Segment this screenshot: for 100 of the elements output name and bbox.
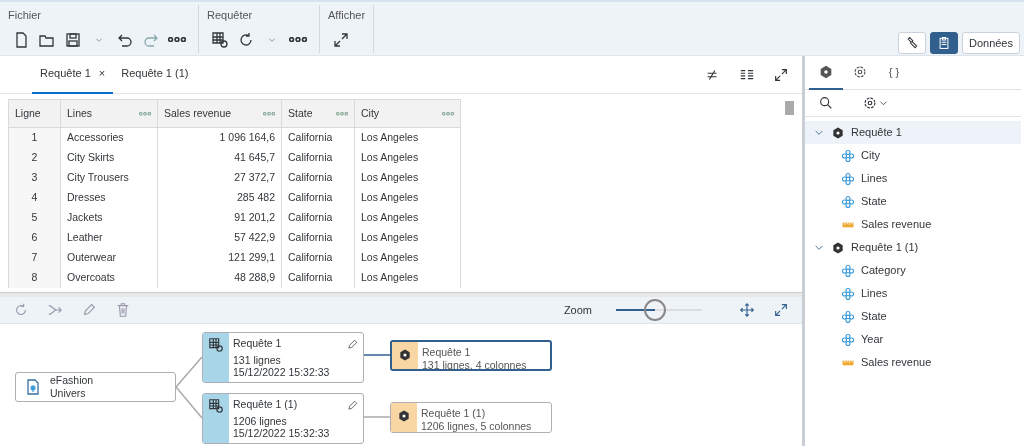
node-date: 15/12/2022 15:32:33 bbox=[233, 427, 331, 440]
refresh-icon bbox=[13, 302, 29, 318]
connector-line bbox=[363, 416, 391, 418]
row-number: 4 bbox=[8, 187, 61, 208]
table-cell: California bbox=[281, 167, 355, 188]
row-number: 3 bbox=[8, 167, 61, 188]
cube-icon bbox=[818, 64, 834, 80]
table-cell: 57 422,9 bbox=[157, 227, 282, 248]
zoom-label: Zoom bbox=[563, 302, 592, 318]
slider-thumb[interactable] bbox=[643, 299, 666, 321]
table-cell: Leather bbox=[60, 227, 158, 248]
node-date: 15/12/2022 15:32:33 bbox=[233, 366, 331, 379]
column-header[interactable]: City bbox=[361, 105, 380, 122]
table-cell: 1 096 164,6 bbox=[157, 127, 282, 148]
tree-node[interactable]: Requête 1 bbox=[805, 121, 1021, 144]
node-title: eFashion bbox=[50, 374, 94, 387]
flower-icon bbox=[841, 148, 855, 163]
tree-item[interactable]: City bbox=[805, 144, 1021, 167]
refresh-icon bbox=[237, 30, 255, 49]
table-cell: 91 201,2 bbox=[157, 207, 282, 228]
table-cell: City Skirts bbox=[60, 147, 158, 168]
expand-icon bbox=[332, 30, 350, 49]
tree-node[interactable]: Requête 1 (1) bbox=[805, 236, 1021, 259]
expand-icon bbox=[773, 302, 789, 318]
table-cell: California bbox=[281, 207, 355, 228]
node-subtitle: 1206 lignes bbox=[233, 414, 288, 428]
table-cell: California bbox=[281, 247, 355, 268]
connector-line bbox=[175, 356, 203, 388]
tree-item[interactable]: Category bbox=[805, 259, 1021, 282]
expand-icon bbox=[773, 66, 789, 83]
node-title: Requête 1 bbox=[233, 337, 283, 350]
table-cell: Los Angeles bbox=[354, 227, 461, 248]
flower-icon bbox=[841, 171, 855, 186]
tree-item[interactable]: Sales revenue bbox=[805, 213, 1021, 236]
more-icon bbox=[289, 36, 307, 43]
row-number: 6 bbox=[8, 227, 61, 248]
node-title: Requête 1 (1) bbox=[233, 398, 299, 411]
zoom-slider[interactable] bbox=[616, 299, 702, 321]
tree-item[interactable]: State bbox=[805, 190, 1021, 213]
cube-icon bbox=[831, 240, 845, 255]
table-cell: 121 299,1 bbox=[157, 247, 282, 268]
table-cell: Jackets bbox=[60, 207, 158, 228]
scrollbar-thumb[interactable] bbox=[785, 101, 794, 115]
result-node[interactable]: Requête 1 (1) 1206 lignes, 5 colonnes bbox=[390, 402, 552, 433]
node-subtitle: Univers bbox=[50, 387, 87, 400]
tree-item[interactable]: Year bbox=[805, 328, 1021, 351]
tree-item[interactable]: Lines bbox=[805, 282, 1021, 305]
table-cell: Los Angeles bbox=[354, 167, 461, 188]
table-cell: California bbox=[281, 187, 355, 208]
side-tab[interactable]: { } bbox=[877, 56, 911, 90]
flower-icon bbox=[841, 194, 855, 209]
clipboard-icon bbox=[936, 36, 951, 50]
tree-item[interactable]: State bbox=[805, 305, 1021, 328]
table-cell: 48 288,9 bbox=[157, 267, 282, 288]
table-gear-icon bbox=[208, 398, 224, 414]
row-number: 2 bbox=[8, 147, 61, 168]
group-label: Afficher bbox=[328, 8, 366, 23]
settings-icon bbox=[852, 64, 868, 80]
tree-item[interactable]: Lines bbox=[805, 167, 1021, 190]
table-cell: Los Angeles bbox=[354, 207, 461, 228]
universe-document-icon bbox=[24, 378, 42, 396]
trash-icon bbox=[115, 302, 131, 318]
group-label: Fichier bbox=[8, 8, 42, 23]
query-node[interactable]: Requête 1 (1) 1206 lignes 15/12/2022 15:32:33 bbox=[202, 393, 364, 444]
clipboard-button[interactable] bbox=[929, 32, 958, 54]
column-header[interactable]: Lines bbox=[67, 105, 93, 122]
connector-line bbox=[175, 386, 203, 419]
query-tab[interactable]: Requête 1 (1) bbox=[113, 55, 197, 94]
table-gear-icon bbox=[211, 30, 229, 49]
table-cell: California bbox=[281, 267, 355, 288]
save-icon bbox=[64, 30, 82, 49]
source-node[interactable]: eFashion Univers bbox=[15, 372, 176, 402]
column-header[interactable]: State bbox=[288, 105, 313, 122]
cube-icon bbox=[398, 348, 412, 362]
result-node[interactable]: Requête 1 131 lignes, 4 colonnes bbox=[390, 340, 552, 371]
table-gear-icon bbox=[208, 337, 224, 353]
close-button[interactable]: × bbox=[98, 65, 106, 82]
search-icon bbox=[818, 95, 834, 111]
group-label: Requêter bbox=[207, 8, 254, 23]
flower-icon bbox=[841, 286, 855, 301]
node-title: Requête 1 bbox=[422, 346, 472, 359]
table-cell: Los Angeles bbox=[354, 127, 461, 148]
table-cell: 27 372,7 bbox=[157, 167, 282, 188]
more-icon bbox=[168, 36, 186, 43]
tree-item[interactable]: Sales revenue bbox=[805, 351, 1021, 374]
wrench-button[interactable] bbox=[897, 32, 926, 54]
table-cell: Los Angeles bbox=[354, 247, 461, 268]
query-node[interactable]: Requête 1 131 lignes 15/12/2022 15:32:33 bbox=[202, 332, 364, 383]
node-subtitle: 1206 lignes, 5 colonnes bbox=[421, 419, 532, 433]
settings-icon bbox=[861, 95, 878, 111]
move-icon bbox=[739, 302, 755, 318]
flower-icon bbox=[841, 309, 855, 324]
table-cell: Outerwear bbox=[60, 247, 158, 268]
connector-line bbox=[363, 354, 391, 356]
data-button[interactable]: Données bbox=[961, 32, 1020, 54]
table-cell: California bbox=[281, 227, 355, 248]
table-cell: Los Angeles bbox=[354, 147, 461, 168]
pencil-icon bbox=[81, 302, 97, 318]
table-cell: Accessories bbox=[60, 127, 158, 148]
flower-icon bbox=[841, 263, 855, 278]
